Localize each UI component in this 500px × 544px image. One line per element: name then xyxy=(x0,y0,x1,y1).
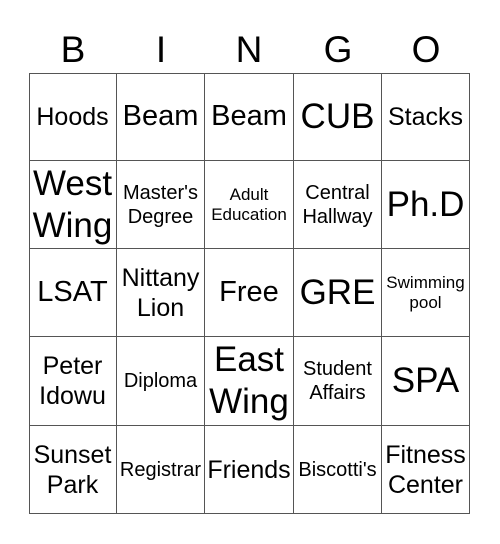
bingo-cell-text: Ph.D xyxy=(386,184,465,224)
bingo-cell[interactable]: SPA xyxy=(382,337,470,426)
bingo-cell[interactable]: West Wing xyxy=(29,161,117,249)
bingo-cell-text: GRE xyxy=(299,272,376,312)
bingo-cell-text: Adult Education xyxy=(211,184,287,224)
bingo-cell[interactable]: Swimming pool xyxy=(382,249,470,337)
bingo-cell[interactable]: Diploma xyxy=(117,337,205,426)
bingo-cell-text: SPA xyxy=(391,361,460,400)
bingo-cell-text: Swimming pool xyxy=(386,272,465,312)
bingo-cell[interactable]: Beam xyxy=(117,73,205,161)
bingo-cell-text: East Wing xyxy=(209,340,289,421)
bingo-cell-text: Free xyxy=(219,276,279,308)
bingo-cell[interactable]: Central Hallway xyxy=(294,161,382,249)
bingo-cell[interactable]: LSAT xyxy=(29,249,117,337)
bingo-cell-text: Stacks xyxy=(387,102,464,131)
bingo-cell-text: Student Affairs xyxy=(303,358,372,404)
bingo-cell-text: Central Hallway xyxy=(302,181,373,228)
bingo-cell[interactable]: Adult Education xyxy=(205,161,294,249)
bingo-cell-text: Diploma xyxy=(123,370,198,392)
bingo-cell[interactable]: GRE xyxy=(294,249,382,337)
header-letter-g: G xyxy=(323,29,353,70)
bingo-cell[interactable]: Registrar xyxy=(117,426,205,514)
bingo-card-grid: Hoods Beam Beam CUB Stacks West Wing Master's … xyxy=(29,73,470,514)
bingo-cell-text: Hoods xyxy=(36,102,109,131)
bingo-cell[interactable]: Free xyxy=(205,249,294,337)
bingo-cell-text: Friends xyxy=(207,455,291,484)
bingo-cell[interactable]: Nittany Lion xyxy=(117,249,205,337)
bingo-cell[interactable]: East Wing xyxy=(205,337,294,426)
bingo-cell[interactable]: Peter Idowu xyxy=(29,337,117,426)
bingo-cell-text: West Wing xyxy=(32,163,113,245)
bingo-cell[interactable]: Friends xyxy=(205,426,294,514)
bingo-cell-text: LSAT xyxy=(37,276,108,308)
bingo-cell[interactable]: Beam xyxy=(205,73,294,161)
bingo-cell[interactable]: Master's Degree xyxy=(117,161,205,249)
bingo-cell-text: Master's Degree xyxy=(123,181,198,228)
bingo-cell[interactable]: Sunset Park xyxy=(29,426,117,514)
bingo-cell-text: Sunset Park xyxy=(33,440,112,499)
bingo-header: B I N G O xyxy=(29,28,470,72)
bingo-cell[interactable]: CUB xyxy=(294,73,382,161)
bingo-cell-text: Biscotti's xyxy=(298,458,377,481)
bingo-cell[interactable]: Biscotti's xyxy=(294,426,382,514)
bingo-cell-text: Fitness Center xyxy=(385,440,466,499)
header-letter-o: O xyxy=(411,29,441,70)
bingo-cell-text: Registrar xyxy=(119,458,202,481)
bingo-cell[interactable]: Student Affairs xyxy=(294,337,382,426)
bingo-cell[interactable]: Stacks xyxy=(382,73,470,161)
bingo-cell[interactable]: Fitness Center xyxy=(382,426,470,514)
header-letter-n: N xyxy=(235,29,263,70)
bingo-cell[interactable]: Hoods xyxy=(29,73,117,161)
bingo-cell-text: Nittany Lion xyxy=(121,263,200,322)
header-letter-i: I xyxy=(155,29,167,70)
header-letter-b: B xyxy=(60,29,86,70)
bingo-cell-text: Peter Idowu xyxy=(39,352,106,410)
bingo-cell-text: Beam xyxy=(211,100,287,132)
bingo-cell-text: Beam xyxy=(122,100,199,132)
bingo-cell-text: CUB xyxy=(300,96,375,136)
bingo-cell[interactable]: Ph.D xyxy=(382,161,470,249)
